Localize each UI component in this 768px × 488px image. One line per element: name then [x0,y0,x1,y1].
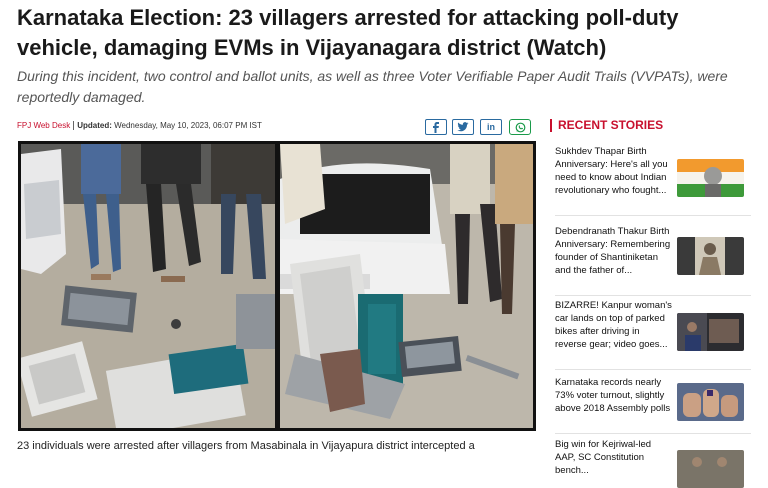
story-thumbnail[interactable] [677,313,744,351]
article-body-start: 23 individuals were arrested after villa… [17,440,475,452]
updated-label: Updated: [77,121,112,130]
article-photo[interactable] [18,141,536,431]
recent-story-item[interactable]: Sukhdev Thapar Birth Anniversary: Here's… [555,145,751,216]
whatsapp-icon [515,122,526,133]
photo-right-panel [280,144,533,428]
article-byline: FPJ Web Desk Updated: Wednesday, May 10, … [17,121,262,131]
photo-left-panel [21,144,275,428]
story-thumbnail[interactable] [677,159,744,197]
updated-date: Wednesday, May 10, 2023, 06:07 PM IST [114,121,262,130]
share-twitter-button[interactable] [452,119,474,135]
recent-story-title[interactable]: Karnataka records nearly 73% voter turno… [555,376,673,415]
story-thumbnail[interactable] [677,450,744,488]
recent-story-item[interactable]: Debendranath Thakur Birth Anniversary: R… [555,225,751,296]
recent-story-title[interactable]: Big win for Kejriwal-led AAP, SC Constit… [555,438,673,477]
twitter-icon [457,122,469,132]
recent-stories-heading: RECENT STORIES [550,119,663,132]
linkedin-icon: in [487,122,495,132]
recent-story-title[interactable]: BIZARRE! Kanpur woman's car lands on top… [555,299,673,351]
author-link[interactable]: FPJ Web Desk [17,121,70,130]
article-subheadline: During this incident, two control and ba… [17,68,728,105]
recent-story-title[interactable]: Debendranath Thakur Birth Anniversary: R… [555,225,673,277]
recent-story-item[interactable]: Big win for Kejriwal-led AAP, SC Constit… [555,438,751,488]
recent-story-title[interactable]: Sukhdev Thapar Birth Anniversary: Here's… [555,145,673,197]
share-linkedin-button[interactable]: in [480,119,502,135]
story-thumbnail[interactable] [677,237,744,275]
facebook-icon [431,121,441,133]
byline-divider [73,121,75,131]
story-thumbnail[interactable] [677,383,744,421]
recent-story-item[interactable]: Karnataka records nearly 73% voter turno… [555,376,751,434]
article-headline: Karnataka Election: 23 villagers arreste… [17,5,679,60]
recent-story-item[interactable]: BIZARRE! Kanpur woman's car lands on top… [555,299,751,370]
share-whatsapp-button[interactable] [509,119,531,135]
share-facebook-button[interactable] [425,119,447,135]
